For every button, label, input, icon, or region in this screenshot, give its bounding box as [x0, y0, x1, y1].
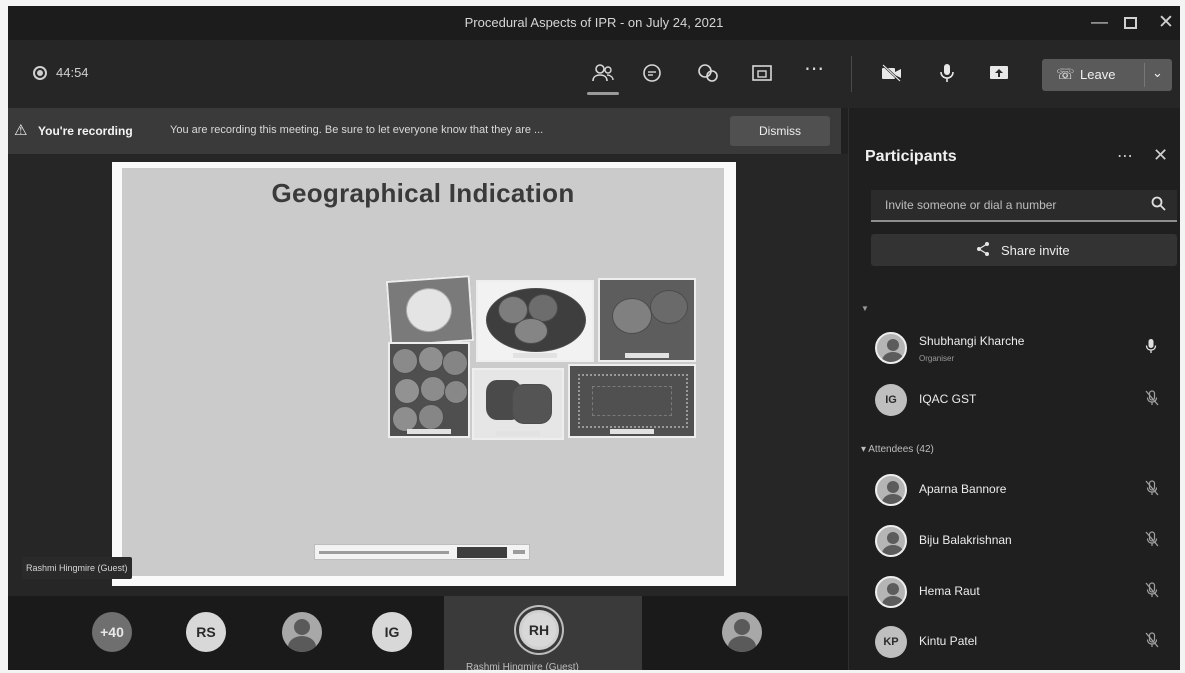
share-invite-label: Share invite: [1001, 243, 1070, 258]
title-bar: Procedural Aspects of IPR - on July 24, …: [8, 6, 1180, 40]
avatar-ig[interactable]: IG: [372, 612, 412, 652]
window-title: Procedural Aspects of IPR - on July 24, …: [464, 15, 724, 30]
participant-row[interactable]: Biju Balakrishnan: [863, 519, 1179, 563]
share-screen-icon[interactable]: [987, 61, 1011, 85]
participant-avatar: KP: [875, 626, 907, 658]
gi-product-photo: [476, 280, 594, 362]
avatar-photo[interactable]: [722, 612, 762, 652]
camera-off-icon[interactable]: [880, 61, 904, 85]
participant-gallery: +40 RS IG RH Rashmi Hingmire (Guest): [8, 596, 848, 670]
meeting-toolbar: 44:54 ⋯ ☏ Leave ⌄: [8, 40, 1180, 108]
chevron-down-icon[interactable]: ⌄: [1152, 65, 1163, 81]
photo-caption: [407, 429, 451, 434]
reactions-icon[interactable]: [696, 61, 720, 85]
photo-caption: [513, 353, 557, 358]
gi-product-photo: [472, 368, 564, 440]
participant-name: Biju Balakrishnan: [919, 533, 1012, 547]
share-icon: [975, 241, 991, 260]
presenter-name-label: Rashmi Hingmire (Guest): [22, 557, 132, 579]
avatar-photo[interactable]: [282, 612, 322, 652]
participant-name: Kintu Patel: [919, 634, 978, 648]
recording-banner-title: You're recording: [38, 124, 133, 138]
muted-microphone-icon: [1145, 531, 1159, 550]
avatar-rh-active[interactable]: RH: [519, 610, 559, 650]
gi-product-photo: [388, 342, 470, 438]
breakout-rooms-icon[interactable]: [750, 61, 774, 85]
slide-title: Geographical Indication: [271, 178, 575, 208]
shared-content-stage: Geographical Indication Rashmi Hingmire …: [8, 154, 848, 596]
gi-product-photo: [568, 364, 696, 438]
search-icon[interactable]: [1151, 196, 1166, 215]
invite-input[interactable]: [871, 190, 1141, 220]
muted-microphone-icon: [1145, 390, 1159, 409]
recording-banner-message: You are recording this meeting. Be sure …: [170, 124, 544, 136]
overflow-participants-button[interactable]: +40: [92, 612, 132, 652]
slide-canvas: Geographical Indication: [122, 168, 724, 576]
participant-row[interactable]: KP Kintu Patel: [863, 620, 1179, 664]
participant-avatar: IG: [875, 384, 907, 416]
participant-name: Hema Raut: [919, 584, 980, 598]
participant-name: Aparna Bannore: [919, 482, 1007, 496]
attendees-section-header[interactable]: ▾ Attendees (42): [861, 444, 934, 455]
participants-panel: Participants ⋯ ✕ Share invite ▼ Shubhang…: [848, 108, 1180, 670]
share-invite-button[interactable]: Share invite: [871, 234, 1177, 266]
participant-row[interactable]: Hema Raut: [863, 570, 1179, 614]
muted-microphone-icon: [1145, 582, 1159, 601]
participant-row[interactable]: Aparna Bannore: [863, 468, 1179, 512]
photo-caption: [496, 431, 540, 436]
participant-row[interactable]: IG IQAC GST: [863, 378, 1179, 422]
close-icon[interactable]: ✕: [1158, 11, 1174, 34]
photo-caption: [625, 353, 669, 358]
invite-search-box[interactable]: [871, 190, 1177, 222]
attendees-header-label: Attendees (42): [868, 444, 934, 455]
leave-label: Leave: [1080, 67, 1116, 82]
microphone-icon[interactable]: [935, 61, 959, 85]
participant-avatar: [875, 474, 907, 506]
dismiss-button[interactable]: Dismiss: [730, 116, 830, 146]
microphone-icon: [1145, 338, 1157, 357]
chat-icon[interactable]: [640, 61, 664, 85]
participant-role: Organiser: [919, 354, 955, 363]
recording-banner: ⚠ You're recording You are recording thi…: [8, 108, 841, 154]
panel-title: Participants: [865, 148, 957, 165]
leave-button-separator: [1144, 63, 1145, 87]
gi-product-photo: [385, 275, 475, 347]
more-actions-icon[interactable]: ⋯: [802, 56, 826, 80]
toolbar-divider: [851, 56, 852, 92]
notification-text: [319, 551, 449, 554]
meeting-timer: 44:54: [56, 65, 89, 80]
hang-up-icon: ☏: [1056, 66, 1075, 83]
participant-avatar: [875, 525, 907, 557]
stop-sharing-button[interactable]: [457, 547, 507, 558]
warning-icon: ⚠: [14, 122, 28, 139]
participant-avatar: [875, 332, 907, 364]
recording-timer-icon: [33, 66, 47, 80]
hide-button[interactable]: [513, 550, 525, 554]
teams-meeting-window: Procedural Aspects of IPR - on July 24, …: [8, 6, 1180, 670]
active-speaker-name: Rashmi Hingmire (Guest): [466, 662, 579, 670]
muted-microphone-icon: [1145, 480, 1159, 499]
shared-slide: Geographical Indication: [112, 162, 736, 586]
presenters-collapse-icon[interactable]: ▼: [861, 304, 869, 313]
participant-avatar: [875, 576, 907, 608]
avatar-rs[interactable]: RS: [186, 612, 226, 652]
gi-product-photo: [598, 278, 696, 362]
photo-caption: [610, 429, 654, 434]
maximize-icon[interactable]: [1124, 17, 1137, 29]
leave-button[interactable]: ☏ Leave ⌄: [1042, 59, 1172, 91]
participant-row[interactable]: Shubhangi Kharche Organiser: [863, 326, 1179, 370]
participant-name: Shubhangi Kharche: [919, 334, 1025, 348]
participant-name: IQAC GST: [919, 392, 977, 406]
more-options-icon[interactable]: ⋯: [1117, 146, 1133, 166]
muted-microphone-icon: [1145, 632, 1159, 651]
minimize-icon[interactable]: —: [1091, 12, 1108, 32]
participants-icon[interactable]: [587, 61, 619, 95]
screen-share-notification: [314, 544, 530, 560]
close-panel-icon[interactable]: ✕: [1153, 145, 1168, 166]
